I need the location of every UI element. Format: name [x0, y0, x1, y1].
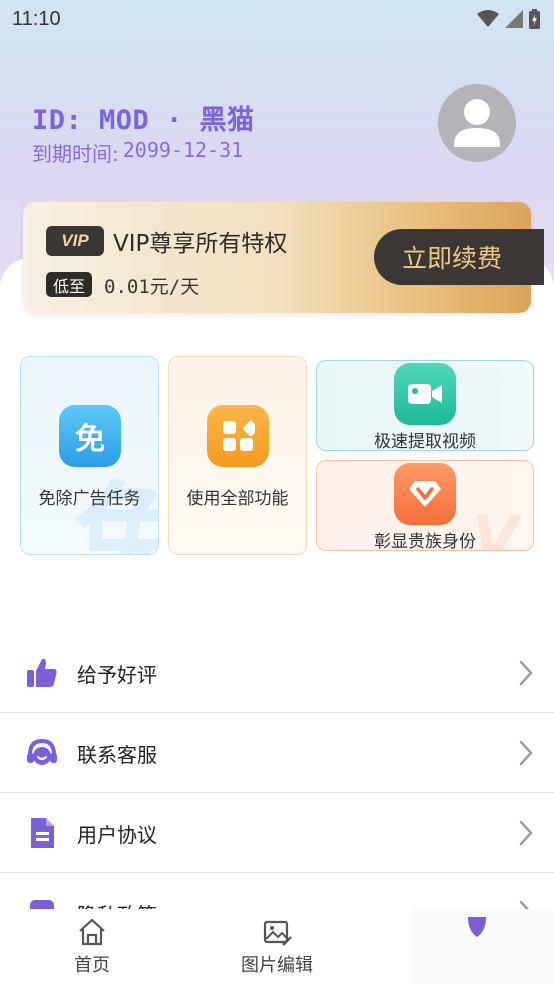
feature-label: 免除广告任务	[38, 489, 141, 509]
signal-icon	[505, 10, 523, 28]
feature-all-functions[interactable]: 使用全部功能	[168, 356, 307, 555]
menu-label: 给予好评	[77, 663, 157, 687]
status-time: 11:10	[12, 7, 61, 30]
feature-noble-identity[interactable]: V 彰显贵族身份	[316, 460, 534, 551]
menu-item-user-agreement[interactable]: 用户协议	[0, 793, 554, 873]
vip-card[interactable]: VIP VIP尊享所有特权 低至 0.01元/天 立即续费	[23, 202, 544, 313]
nav-profile[interactable]	[412, 909, 554, 984]
feature-label: 彰显贵族身份	[374, 532, 476, 551]
nav-home[interactable]: 首页	[42, 909, 142, 984]
feature-label: 使用全部功能	[186, 489, 289, 509]
headset-icon	[27, 738, 57, 765]
expire-label: 到期时间:	[32, 142, 119, 166]
expire-date: 2099-12-31	[122, 138, 244, 162]
video-camera-icon	[394, 363, 456, 425]
feature-extract-video[interactable]: 极速提取视频	[316, 360, 534, 451]
expire-info: 到期时间: 2099-12-31	[32, 138, 243, 167]
user-id: ID: MOD · 黑猫	[32, 105, 255, 136]
menu-item-rate[interactable]: 给予好评	[0, 633, 554, 713]
profile-icon	[468, 917, 486, 937]
mian-glyph: 免	[75, 422, 105, 457]
status-icons	[477, 9, 540, 29]
nav-label: 图片编辑	[241, 955, 313, 976]
battery-icon	[529, 9, 540, 29]
vip-price: 0.01元/天	[104, 276, 200, 298]
menu-item-customer-service[interactable]: 联系客服	[0, 713, 554, 793]
wifi-icon	[477, 10, 499, 27]
mian-icon: 免	[59, 405, 121, 467]
avatar[interactable]	[438, 84, 516, 162]
renew-button[interactable]: 立即续费	[374, 229, 544, 285]
chevron-right-icon	[519, 740, 533, 766]
feature-label: 极速提取视频	[374, 432, 476, 451]
chevron-right-icon	[519, 660, 533, 686]
feature-remove-ads[interactable]: 免 免 免除广告任务	[20, 356, 159, 555]
home-icon	[79, 918, 105, 946]
document-icon	[31, 818, 54, 848]
image-edit-icon	[263, 920, 292, 946]
bottom-nav: 首页 图片编辑	[0, 909, 554, 984]
thumbs-up-icon	[27, 658, 57, 687]
vip-badge: VIP	[46, 226, 104, 256]
menu-label: 联系客服	[77, 743, 157, 767]
person-icon	[454, 99, 500, 147]
nav-label: 首页	[74, 955, 110, 976]
apps-icon	[207, 405, 269, 467]
nav-image-edit[interactable]: 图片编辑	[217, 909, 337, 984]
vip-title: VIP尊享所有特权	[113, 231, 288, 257]
menu-label: 用户协议	[77, 823, 157, 847]
status-bar: 11:10	[0, 0, 554, 38]
diamond-v-icon	[394, 463, 456, 525]
vip-low-label: 低至	[46, 272, 93, 297]
chevron-right-icon	[519, 820, 533, 846]
